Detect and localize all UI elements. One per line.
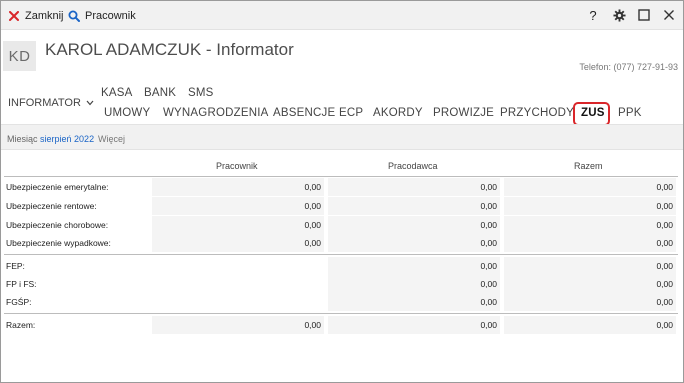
table-row: Ubezpieczenie rentowe: 0,00 0,00 0,00 xyxy=(4,197,678,215)
cell-total: 0,00 xyxy=(504,216,676,234)
total-divider xyxy=(4,313,678,314)
tab-absencje[interactable]: ABSENCJE xyxy=(273,107,335,119)
cell-employer: 0,00 xyxy=(328,197,500,215)
avatar: KD xyxy=(3,41,36,71)
row-label: FEP: xyxy=(6,261,25,271)
cell-total: 0,00 xyxy=(504,178,676,196)
table-row: Ubezpieczenie emerytalne: 0,00 0,00 0,00 xyxy=(4,178,678,196)
table-row-total: Razem: 0,00 0,00 0,00 xyxy=(4,316,678,334)
cell-employer: 0,00 xyxy=(328,234,500,252)
avatar-initials: KD xyxy=(8,47,31,65)
cell-total: 0,00 xyxy=(504,316,676,334)
tab-bank[interactable]: BANK xyxy=(144,87,176,99)
cell-employee: 0,00 xyxy=(152,197,324,215)
help-button[interactable]: ? xyxy=(585,7,601,23)
tab-kasa[interactable]: KASA xyxy=(101,87,132,99)
tab-ppk[interactable]: PPK xyxy=(618,107,642,119)
tab-zus[interactable]: ZUS xyxy=(581,107,605,119)
column-header-total: Razem xyxy=(574,161,603,171)
cell-total: 0,00 xyxy=(504,293,676,311)
month-link[interactable]: sierpień 2022 xyxy=(40,134,94,144)
cell-total: 0,00 xyxy=(504,257,676,275)
close-button[interactable]: Zamknij xyxy=(7,8,64,24)
table-row: FGŚP: 0,00 0,00 xyxy=(4,293,678,311)
row-label: FGŚP: xyxy=(6,297,32,307)
table-row: FP i FS: 0,00 0,00 xyxy=(4,275,678,293)
more-link[interactable]: Więcej xyxy=(98,134,125,144)
cell-employer: 0,00 xyxy=(328,216,500,234)
tab-przychody[interactable]: PRZYCHODY xyxy=(500,107,574,119)
row-label: Razem: xyxy=(6,320,36,330)
cell-employee: 0,00 xyxy=(152,316,324,334)
row-label: Ubezpieczenie emerytalne: xyxy=(6,182,109,192)
settings-button[interactable] xyxy=(611,7,627,23)
cell-employee xyxy=(152,257,324,275)
cell-employer: 0,00 xyxy=(328,178,500,196)
table-row: FEP: 0,00 0,00 xyxy=(4,257,678,275)
cell-employer: 0,00 xyxy=(328,275,500,293)
cell-employee: 0,00 xyxy=(152,216,324,234)
close-label: Zamknij xyxy=(25,10,64,22)
tab-umowy[interactable]: UMOWY xyxy=(104,107,150,119)
cell-employee: 0,00 xyxy=(152,234,324,252)
informator-label: INFORMATOR xyxy=(8,97,81,109)
section-divider xyxy=(4,254,678,255)
month-filter: Miesiąc sierpień 2022 xyxy=(7,134,94,144)
tab-sms[interactable]: SMS xyxy=(188,87,214,99)
cell-total: 0,00 xyxy=(504,197,676,215)
cell-employee: 0,00 xyxy=(152,178,324,196)
informator-dropdown[interactable]: INFORMATOR xyxy=(8,97,94,109)
maximize-icon xyxy=(638,9,650,21)
search-icon xyxy=(67,9,81,23)
row-label: Ubezpieczenie chorobowe: xyxy=(6,220,109,230)
window-close-button[interactable] xyxy=(661,7,677,23)
table-row: Ubezpieczenie chorobowe: 0,00 0,00 0,00 xyxy=(4,216,678,234)
tab-ecp[interactable]: ECP xyxy=(339,107,363,119)
close-icon xyxy=(7,9,21,23)
month-label: Miesiąc xyxy=(7,134,38,144)
phone-info: Telefon: (077) 727-91-93 xyxy=(579,62,678,72)
cell-employer: 0,00 xyxy=(328,293,500,311)
gear-icon xyxy=(612,8,626,22)
tab-akordy[interactable]: AKORDY xyxy=(373,107,423,119)
title-bar: Zamknij Pracownik ? xyxy=(1,1,683,30)
cell-employer: 0,00 xyxy=(328,257,500,275)
table-row: Ubezpieczenie wypadkowe: 0,00 0,00 0,00 xyxy=(4,234,678,252)
page-title: KAROL ADAMCZUK - Informator xyxy=(45,40,294,59)
tab-prowizje[interactable]: PROWIZJE xyxy=(433,107,494,119)
row-label: Ubezpieczenie rentowe: xyxy=(6,201,97,211)
employee-label: Pracownik xyxy=(85,10,136,22)
employee-button[interactable]: Pracownik xyxy=(67,8,136,24)
cell-total: 0,00 xyxy=(504,275,676,293)
close-icon xyxy=(664,10,674,20)
header-divider xyxy=(4,176,678,177)
filter-bar: Miesiąc sierpień 2022 Więcej xyxy=(1,124,683,150)
column-header-employee: Pracownik xyxy=(216,161,258,171)
cell-employee xyxy=(152,293,324,311)
row-label: FP i FS: xyxy=(6,279,37,289)
chevron-down-icon xyxy=(86,100,94,106)
maximize-button[interactable] xyxy=(636,7,652,23)
cell-employer: 0,00 xyxy=(328,316,500,334)
row-label: Ubezpieczenie wypadkowe: xyxy=(6,238,111,248)
cell-employee xyxy=(152,275,324,293)
tab-wynagrodzenia[interactable]: WYNAGRODZENIA xyxy=(163,107,268,119)
cell-total: 0,00 xyxy=(504,234,676,252)
column-header-employer: Pracodawca xyxy=(388,161,438,171)
help-icon: ? xyxy=(589,7,597,23)
